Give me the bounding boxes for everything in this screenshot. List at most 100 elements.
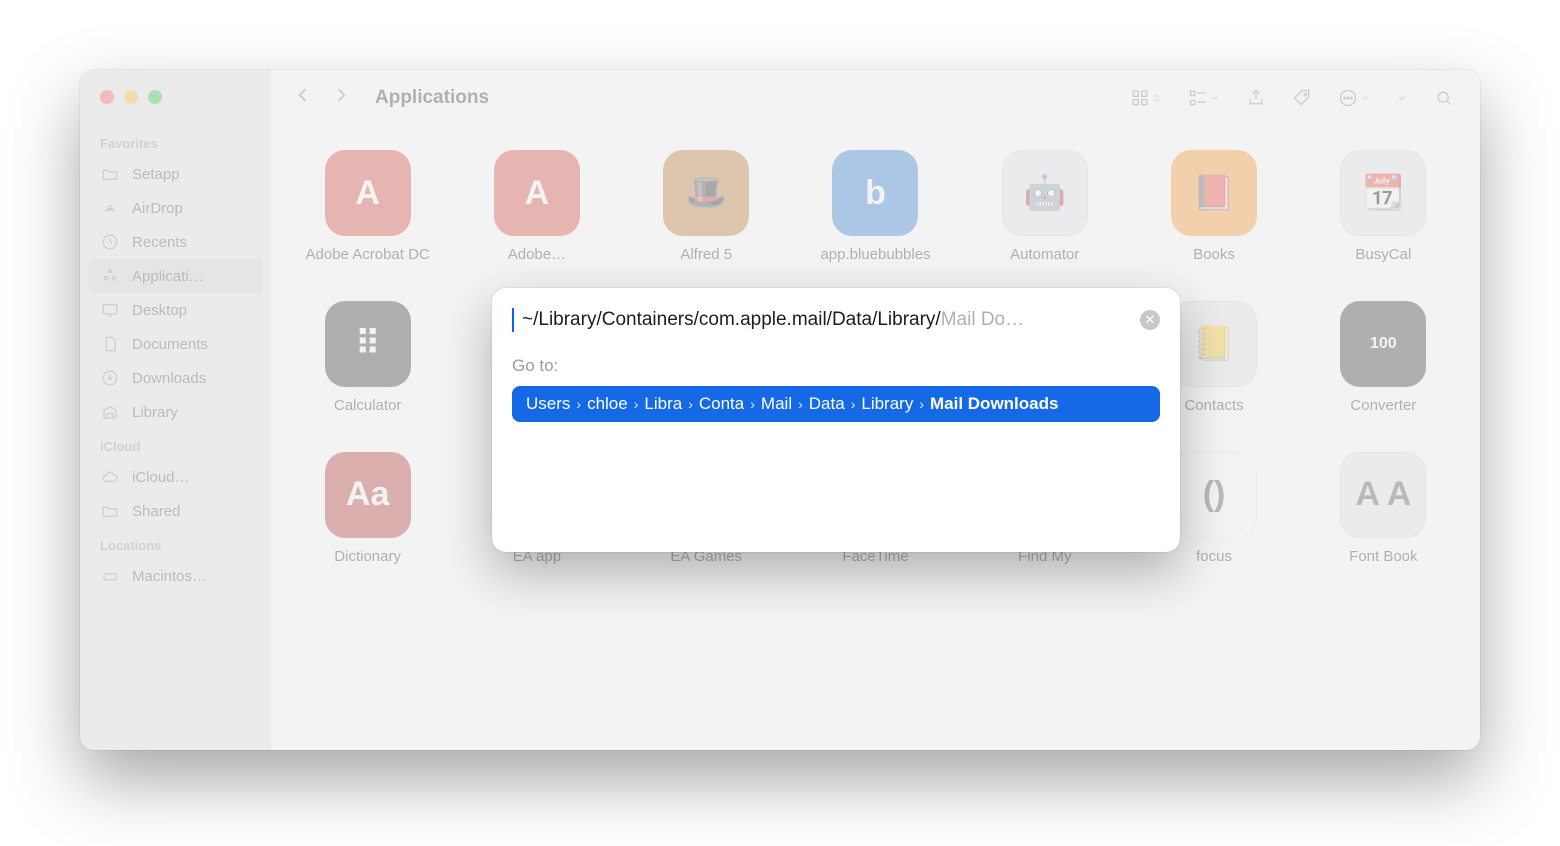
folder-icon xyxy=(100,164,120,184)
app-item[interactable]: A Adobe Acrobat DC xyxy=(295,150,440,265)
sidebar-item-label: Desktop xyxy=(132,302,187,319)
sidebar-section-favorites: Favorites xyxy=(80,126,271,157)
close-button[interactable] xyxy=(100,90,114,104)
sidebar-item-label: iCloud… xyxy=(132,469,190,486)
library-icon xyxy=(100,402,120,422)
sidebar-item-label: Shared xyxy=(132,503,180,520)
app-label: Calculator xyxy=(334,397,402,416)
chevron-right-icon: › xyxy=(688,396,693,412)
sidebar-section-locations: Locations xyxy=(80,528,271,559)
sidebar-item-documents[interactable]: Documents xyxy=(80,327,271,361)
crumb-segment: Users xyxy=(526,394,570,414)
sidebar-item-desktop[interactable]: Desktop xyxy=(80,293,271,327)
sidebar-item-macintosh[interactable]: Macintos… xyxy=(80,559,271,593)
app-icon: A xyxy=(325,150,411,236)
crumb-segment: Mail xyxy=(761,394,792,414)
crumb-segment: Mail Downloads xyxy=(930,394,1058,414)
toolbar: Applications xyxy=(271,70,1480,126)
text-caret xyxy=(512,308,514,332)
goto-path-input[interactable]: ~/Library/Containers/com.apple.mail/Data… xyxy=(512,308,1160,332)
sidebar-item-airdrop[interactable]: AirDrop xyxy=(80,191,271,225)
app-label: app.bluebubbles xyxy=(820,246,930,265)
chevron-right-icon: › xyxy=(919,396,924,412)
chevron-right-icon: › xyxy=(750,396,755,412)
app-icon: 🤖 xyxy=(1002,150,1088,236)
app-icon: 📒 xyxy=(1171,301,1257,387)
window-title: Applications xyxy=(375,87,489,109)
app-label: Font Book xyxy=(1349,548,1417,567)
sidebar-item-label: Library xyxy=(132,404,178,421)
app-item[interactable]: 100Converter xyxy=(1311,301,1456,416)
goto-folder-dialog: ~/Library/Containers/com.apple.mail/Data… xyxy=(492,288,1180,552)
sidebar-item-downloads[interactable]: Downloads xyxy=(80,361,271,395)
sidebar-item-applications[interactable]: Applicati… xyxy=(88,259,263,293)
shared-icon xyxy=(100,501,120,521)
app-item[interactable]: 🎩 Alfred 5 xyxy=(634,150,779,265)
crumb-segment: Conta xyxy=(699,394,744,414)
app-item[interactable]: A Adobe… xyxy=(464,150,609,265)
view-mode-button[interactable] xyxy=(1122,84,1170,112)
app-item[interactable]: 📆 BusyCal xyxy=(1311,150,1456,265)
cloud-icon xyxy=(100,467,120,487)
app-label: Automator xyxy=(1010,246,1079,265)
sidebar-item-recents[interactable]: Recents xyxy=(80,225,271,259)
path-typed: ~/Library/Containers/com.apple.mail/Data… xyxy=(522,309,941,330)
sidebar-item-shared[interactable]: Shared xyxy=(80,494,271,528)
goto-label: Go to: xyxy=(512,356,1160,376)
crumb-segment: chloe xyxy=(587,394,628,414)
app-label: BusyCal xyxy=(1355,246,1411,265)
clear-button[interactable]: ✕ xyxy=(1140,310,1160,330)
sidebar-item-library[interactable]: Library xyxy=(80,395,271,429)
app-label: Adobe… xyxy=(508,246,566,265)
download-icon xyxy=(100,368,120,388)
app-item[interactable]: ⠿ Calculator xyxy=(295,301,440,416)
goto-suggestion-row[interactable]: Users›chloe›Libra›Conta›Mail›Data›Librar… xyxy=(512,386,1160,422)
expand-button[interactable] xyxy=(1388,84,1416,112)
path-text: ~/Library/Containers/com.apple.mail/Data… xyxy=(522,309,1130,331)
zoom-button[interactable] xyxy=(148,90,162,104)
desktop-icon xyxy=(100,300,120,320)
actions-button[interactable] xyxy=(1330,84,1378,112)
app-label: Adobe Acrobat DC xyxy=(306,246,430,265)
sidebar-item-label: Setapp xyxy=(132,166,180,183)
group-button[interactable] xyxy=(1180,84,1228,112)
app-icon: 🎩 xyxy=(663,150,749,236)
sidebar-item-icloud[interactable]: iCloud… xyxy=(80,460,271,494)
clock-icon xyxy=(100,232,120,252)
app-icon: b xyxy=(832,150,918,236)
window-traffic-lights xyxy=(80,88,271,126)
share-button[interactable] xyxy=(1238,84,1274,112)
sidebar: Favorites Setapp AirDrop Recents Applica… xyxy=(80,70,271,750)
app-item[interactable]: b app.bluebubbles xyxy=(803,150,948,265)
app-label: Dictionary xyxy=(334,548,401,567)
app-icon: A xyxy=(494,150,580,236)
app-icon: Aa xyxy=(325,452,411,538)
app-icon: ⠿ xyxy=(325,301,411,387)
search-button[interactable] xyxy=(1426,84,1462,112)
app-icon: 📆 xyxy=(1340,150,1426,236)
sidebar-item-label: Documents xyxy=(132,336,208,353)
app-item[interactable]: Aa Dictionary xyxy=(295,452,440,567)
tags-button[interactable] xyxy=(1284,84,1320,112)
app-item[interactable]: 📕Books xyxy=(1141,150,1286,265)
path-completion: Mail Do… xyxy=(941,309,1024,330)
app-item[interactable]: 🤖 Automator xyxy=(972,150,1117,265)
app-label: Alfred 5 xyxy=(680,246,732,265)
app-item[interactable]: A A Font Book xyxy=(1311,452,1456,567)
doc-icon xyxy=(100,334,120,354)
crumb-segment: Libra xyxy=(644,394,682,414)
airdrop-icon xyxy=(100,198,120,218)
forward-button[interactable] xyxy=(327,81,355,114)
app-icon: A A xyxy=(1340,452,1426,538)
apps-icon xyxy=(100,266,120,286)
sidebar-item-label: AirDrop xyxy=(132,200,183,217)
chevron-right-icon: › xyxy=(576,396,581,412)
sidebar-item-setapp[interactable]: Setapp xyxy=(80,157,271,191)
crumb-segment: Data xyxy=(809,394,845,414)
chevron-right-icon: › xyxy=(851,396,856,412)
back-button[interactable] xyxy=(289,81,317,114)
finder-window: Favorites Setapp AirDrop Recents Applica… xyxy=(80,70,1480,750)
minimize-button[interactable] xyxy=(124,90,138,104)
sidebar-item-label: Applicati… xyxy=(132,268,204,285)
app-label: Converter xyxy=(1350,397,1416,416)
